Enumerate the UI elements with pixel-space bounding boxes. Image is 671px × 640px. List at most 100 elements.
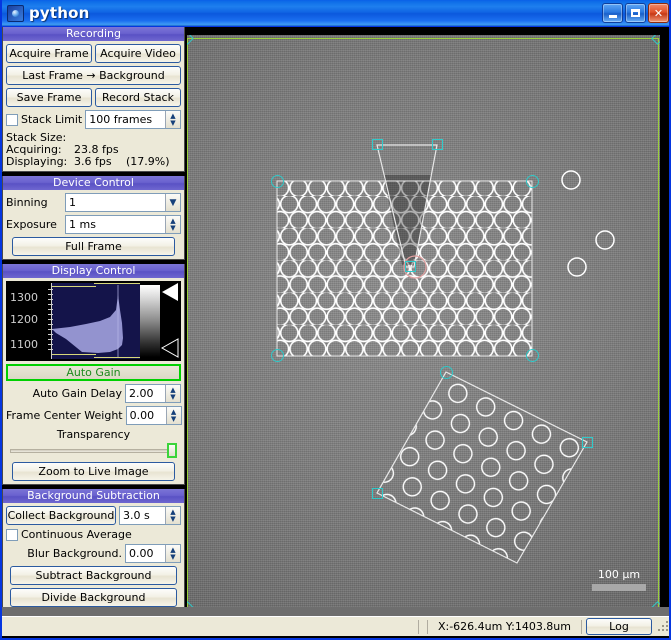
- triangle-handle-top-right[interactable]: [432, 139, 443, 150]
- collect-background-row: Collect Background 3.0 s ▲ ▼: [6, 506, 181, 525]
- binning-select[interactable]: 1 ▼: [65, 193, 181, 212]
- display-control-group: Display Control 1300 1200 1100 Auto Gain…: [2, 264, 185, 485]
- application-window: python ✕ Recording Acquire Frame Acquire…: [0, 0, 671, 640]
- transparency-slider[interactable]: [8, 443, 179, 458]
- collect-background-time-input[interactable]: 3.0 s ▲ ▼: [119, 506, 181, 525]
- stack-limit-row: Stack Limit 100 frames ▲ ▼: [6, 110, 181, 129]
- device-control-group: Device Control Binning 1 ▼ Exposure 1 ms…: [2, 176, 185, 260]
- frame-center-weight-spinner[interactable]: ▲ ▼: [165, 407, 181, 424]
- stack-limit-input[interactable]: 100 frames ▲ ▼: [85, 110, 181, 129]
- status-bar: X:-626.4um Y:1403.8um Log: [2, 616, 669, 636]
- control-panel: Recording Acquire Frame Acquire Video La…: [2, 27, 185, 611]
- python-app-icon: [7, 4, 24, 22]
- minimize-icon: [608, 14, 617, 18]
- microscope-image[interactable]: 100 µm: [187, 35, 660, 607]
- exposure-input[interactable]: 1 ms ▲ ▼: [65, 215, 181, 234]
- device-control-group-header: Device Control: [3, 176, 184, 190]
- save-record-row: Save Frame Record Stack: [6, 88, 181, 107]
- dense-array-handle-top-left[interactable]: [271, 175, 284, 188]
- background-subtraction-group-body: Collect Background 3.0 s ▲ ▼ Continuous A…: [3, 503, 184, 610]
- zoom-to-live-image-button[interactable]: Zoom to Live Image: [12, 462, 175, 481]
- collect-background-time-value: 3.0 s: [123, 509, 150, 522]
- full-frame-button[interactable]: Full Frame: [12, 237, 175, 256]
- stack-limit-spinner[interactable]: ▲ ▼: [165, 111, 180, 128]
- background-subtraction-group: Background Subtraction Collect Backgroun…: [2, 489, 185, 611]
- status-separator-3: [581, 619, 582, 634]
- auto-gain-delay-input[interactable]: 2.00 ▲ ▼: [125, 384, 181, 403]
- acquire-frame-button[interactable]: Acquire Frame: [6, 44, 92, 63]
- exposure-value: 1 ms: [69, 218, 96, 231]
- auto-gain-delay-row: Auto Gain Delay 2.00 ▲ ▼: [6, 384, 181, 403]
- triangle-handle-top-left[interactable]: [372, 139, 383, 150]
- transparency-slider-track: [10, 449, 169, 453]
- dense-array-handle-bottom-right[interactable]: [526, 349, 539, 362]
- continuous-average-checkbox[interactable]: [6, 528, 18, 541]
- minimize-button[interactable]: [602, 3, 623, 23]
- resize-grip-icon[interactable]: [658, 620, 669, 633]
- image-overlays: [276, 144, 615, 564]
- image-viewport[interactable]: 100 µm: [185, 27, 669, 607]
- frame-center-weight-value: 0.00: [129, 409, 155, 422]
- scale-bar: 100 µm: [592, 568, 646, 591]
- maximize-button[interactable]: [625, 3, 646, 23]
- histogram-range-markers[interactable]: [158, 281, 180, 361]
- blur-background-spinner[interactable]: ▲ ▼: [165, 545, 180, 562]
- recording-group-header: Recording: [3, 27, 184, 41]
- rotated-array-handle-top[interactable]: [440, 366, 453, 379]
- histogram-tick-1100: 1100: [10, 338, 38, 351]
- last-frame-row: Last Frame → Background: [6, 66, 181, 85]
- save-frame-button[interactable]: Save Frame: [6, 88, 92, 107]
- intensity-histogram[interactable]: 1300 1200 1100: [6, 281, 181, 361]
- stack-limit-checkbox[interactable]: [6, 113, 18, 126]
- frame-center-weight-input[interactable]: 0.00 ▲ ▼: [125, 406, 182, 425]
- rotated-array-handle-right[interactable]: [582, 437, 593, 448]
- log-button[interactable]: Log: [586, 618, 652, 635]
- histogram-gradient-bar: [140, 285, 160, 357]
- collect-background-time-spinner[interactable]: ▲ ▼: [165, 507, 180, 524]
- triangle-handle-apex[interactable]: [405, 261, 416, 272]
- auto-gain-delay-spinner[interactable]: ▲ ▼: [165, 385, 180, 402]
- binning-label: Binning: [6, 196, 48, 209]
- blur-background-input[interactable]: 0.00 ▲ ▼: [125, 544, 181, 563]
- dense-array-handle-top-right[interactable]: [526, 175, 539, 188]
- recording-group: Recording Acquire Frame Acquire Video La…: [2, 27, 185, 172]
- displaying-label: Displaying:: [6, 155, 68, 168]
- last-frame-to-background-button[interactable]: Last Frame → Background: [6, 66, 181, 85]
- zoom-to-live-row: Zoom to Live Image: [6, 462, 181, 481]
- display-control-group-header: Display Control: [3, 264, 184, 278]
- divide-background-button[interactable]: Divide Background: [10, 588, 177, 607]
- status-separator-2: [426, 619, 428, 634]
- collect-background-button[interactable]: Collect Background: [6, 506, 116, 525]
- acquire-row: Acquire Frame Acquire Video: [6, 44, 181, 63]
- dense-array-handle-bottom-left[interactable]: [271, 349, 284, 362]
- recording-group-body: Acquire Frame Acquire Video Last Frame →…: [3, 41, 184, 171]
- binning-row: Binning 1 ▼: [6, 193, 181, 212]
- exposure-spinner[interactable]: ▲ ▼: [165, 216, 180, 233]
- close-button[interactable]: ✕: [648, 3, 669, 23]
- exposure-label: Exposure: [6, 218, 57, 231]
- chevron-down-icon[interactable]: ▼: [165, 194, 180, 211]
- binning-value: 1: [69, 196, 76, 209]
- recording-stats: Stack Size: Acquiring: 23.8 fps Displayi…: [6, 132, 181, 168]
- exposure-row: Exposure 1 ms ▲ ▼: [6, 215, 181, 234]
- transparency-slider-thumb[interactable]: [167, 443, 177, 458]
- display-control-group-body: 1300 1200 1100 Auto Gain Auto Gain Delay…: [3, 278, 184, 484]
- acquire-video-button[interactable]: Acquire Video: [95, 44, 181, 63]
- stack-limit-label: Stack Limit: [21, 113, 83, 126]
- histogram-curve: [52, 285, 123, 357]
- auto-gain-button[interactable]: Auto Gain: [6, 364, 181, 381]
- record-stack-button[interactable]: Record Stack: [95, 88, 181, 107]
- continuous-average-row: Continuous Average: [6, 528, 181, 541]
- window-buttons: ✕: [602, 3, 669, 23]
- frame-center-weight-label: Frame Center Weight: [6, 409, 123, 422]
- displaying-value: 3.6 fps: [74, 155, 112, 168]
- divide-background-row: Divide Background: [6, 588, 181, 607]
- blur-background-row: Blur Background. 0.00 ▲ ▼: [6, 544, 181, 563]
- scale-bar-line: [592, 584, 646, 591]
- subtract-background-button[interactable]: Subtract Background: [10, 566, 177, 585]
- splitter-bar[interactable]: [2, 607, 669, 616]
- displaying-percent: (17.9%): [126, 155, 170, 168]
- rotated-array-handle-left[interactable]: [372, 488, 383, 499]
- status-separator-1: [417, 619, 419, 634]
- scale-bar-label: 100 µm: [597, 568, 641, 581]
